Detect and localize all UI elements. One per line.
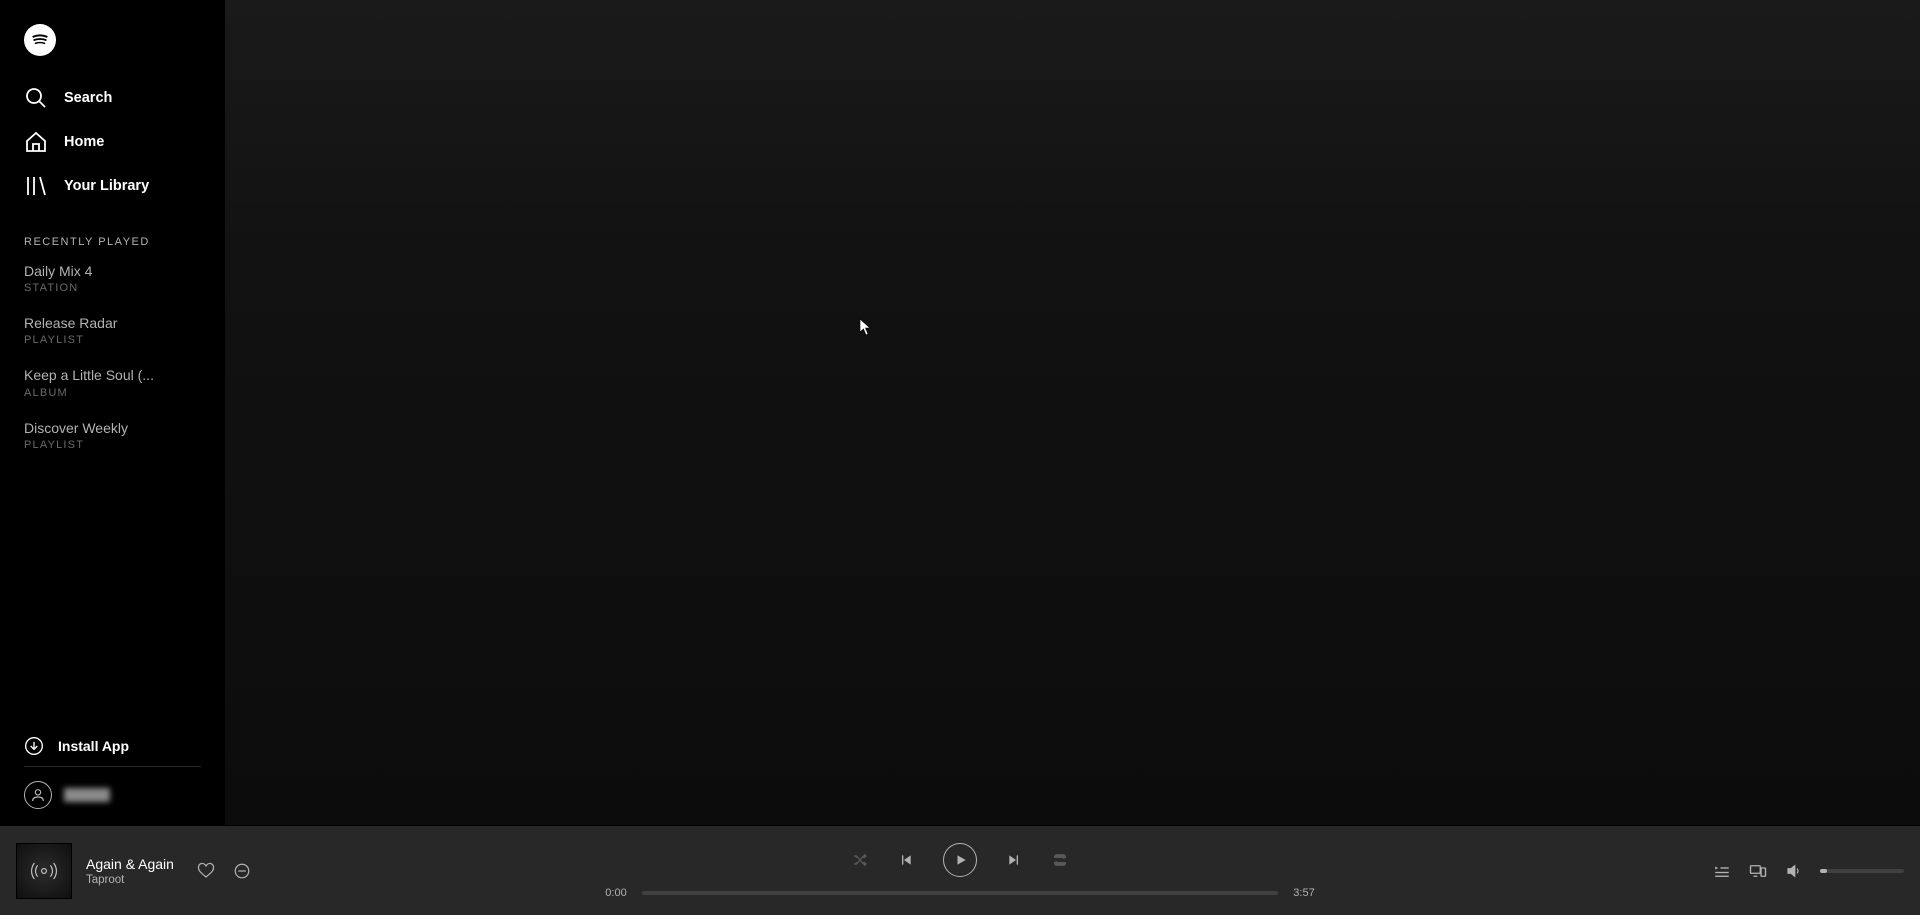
install-app-label: Install App [58, 738, 129, 754]
recent-item-type: ALBUM [24, 387, 201, 399]
player-center: 0:00 3:57 [600, 843, 1320, 899]
recent-item-title: Release Radar [24, 314, 201, 332]
user-avatar-icon [24, 781, 52, 809]
nav-home[interactable]: Home [8, 120, 217, 164]
recent-item-type: PLAYLIST [24, 439, 201, 451]
nav-home-label: Home [64, 134, 104, 150]
recently-played-header: RECENTLY PLAYED [0, 208, 225, 256]
track-title[interactable]: Again & Again [86, 856, 174, 872]
previous-button[interactable] [897, 851, 915, 869]
recent-item[interactable]: Keep a Little Soul (... ALBUM [24, 360, 201, 412]
progress-bar[interactable] [642, 891, 1278, 895]
duration-time: 3:57 [1288, 887, 1320, 899]
player-left: Again & Again Taproot [16, 843, 582, 899]
search-icon [24, 86, 48, 110]
album-art[interactable] [16, 843, 72, 899]
play-button[interactable] [943, 843, 977, 877]
user-profile[interactable] [24, 767, 201, 809]
elapsed-time: 0:00 [600, 887, 632, 899]
recent-item-title: Keep a Little Soul (... [24, 366, 201, 384]
nav-library-label: Your Library [64, 178, 149, 194]
nav-primary: Search Home Your Library [0, 68, 225, 208]
download-icon [24, 736, 44, 756]
recent-item-title: Discover Weekly [24, 419, 201, 437]
track-artist[interactable]: Taproot [86, 874, 174, 886]
install-app-button[interactable]: Install App [24, 726, 201, 767]
sidebar: Search Home Your Library RECENTLY PLAYED… [0, 0, 225, 825]
volume-fill [1820, 869, 1827, 873]
now-playing-bar: Again & Again Taproot [0, 825, 1920, 915]
track-actions [196, 861, 252, 881]
block-button[interactable] [232, 861, 252, 881]
next-button[interactable] [1005, 851, 1023, 869]
recent-item[interactable]: Discover Weekly PLAYLIST [24, 413, 201, 465]
player-right [1338, 861, 1904, 881]
recent-item[interactable]: Release Radar PLAYLIST [24, 308, 201, 360]
recently-played-list: Daily Mix 4 STATION Release Radar PLAYLI… [0, 256, 225, 465]
recent-item-type: STATION [24, 282, 201, 294]
library-icon [24, 174, 48, 198]
home-icon [24, 130, 48, 154]
track-info: Again & Again Taproot [86, 856, 174, 886]
logo-wrap [0, 0, 225, 68]
progress-row: 0:00 3:57 [600, 887, 1320, 899]
recent-item[interactable]: Daily Mix 4 STATION [24, 256, 201, 308]
nav-library[interactable]: Your Library [8, 164, 217, 208]
recent-item-type: PLAYLIST [24, 334, 201, 346]
mouse-cursor [859, 318, 873, 336]
devices-button[interactable] [1748, 861, 1768, 881]
nav-search[interactable]: Search [8, 76, 217, 120]
playback-controls [851, 843, 1069, 877]
repeat-button[interactable] [1051, 851, 1069, 869]
shuffle-button[interactable] [851, 851, 869, 869]
recent-item-title: Daily Mix 4 [24, 262, 201, 280]
spotify-logo[interactable] [24, 24, 56, 56]
sidebar-bottom: Install App [0, 726, 225, 825]
queue-button[interactable] [1712, 861, 1732, 881]
volume-bar[interactable] [1820, 869, 1904, 873]
nav-search-label: Search [64, 90, 112, 106]
user-name [64, 788, 110, 802]
main-content [225, 0, 1920, 825]
volume-button[interactable] [1784, 861, 1804, 881]
like-button[interactable] [196, 861, 216, 881]
